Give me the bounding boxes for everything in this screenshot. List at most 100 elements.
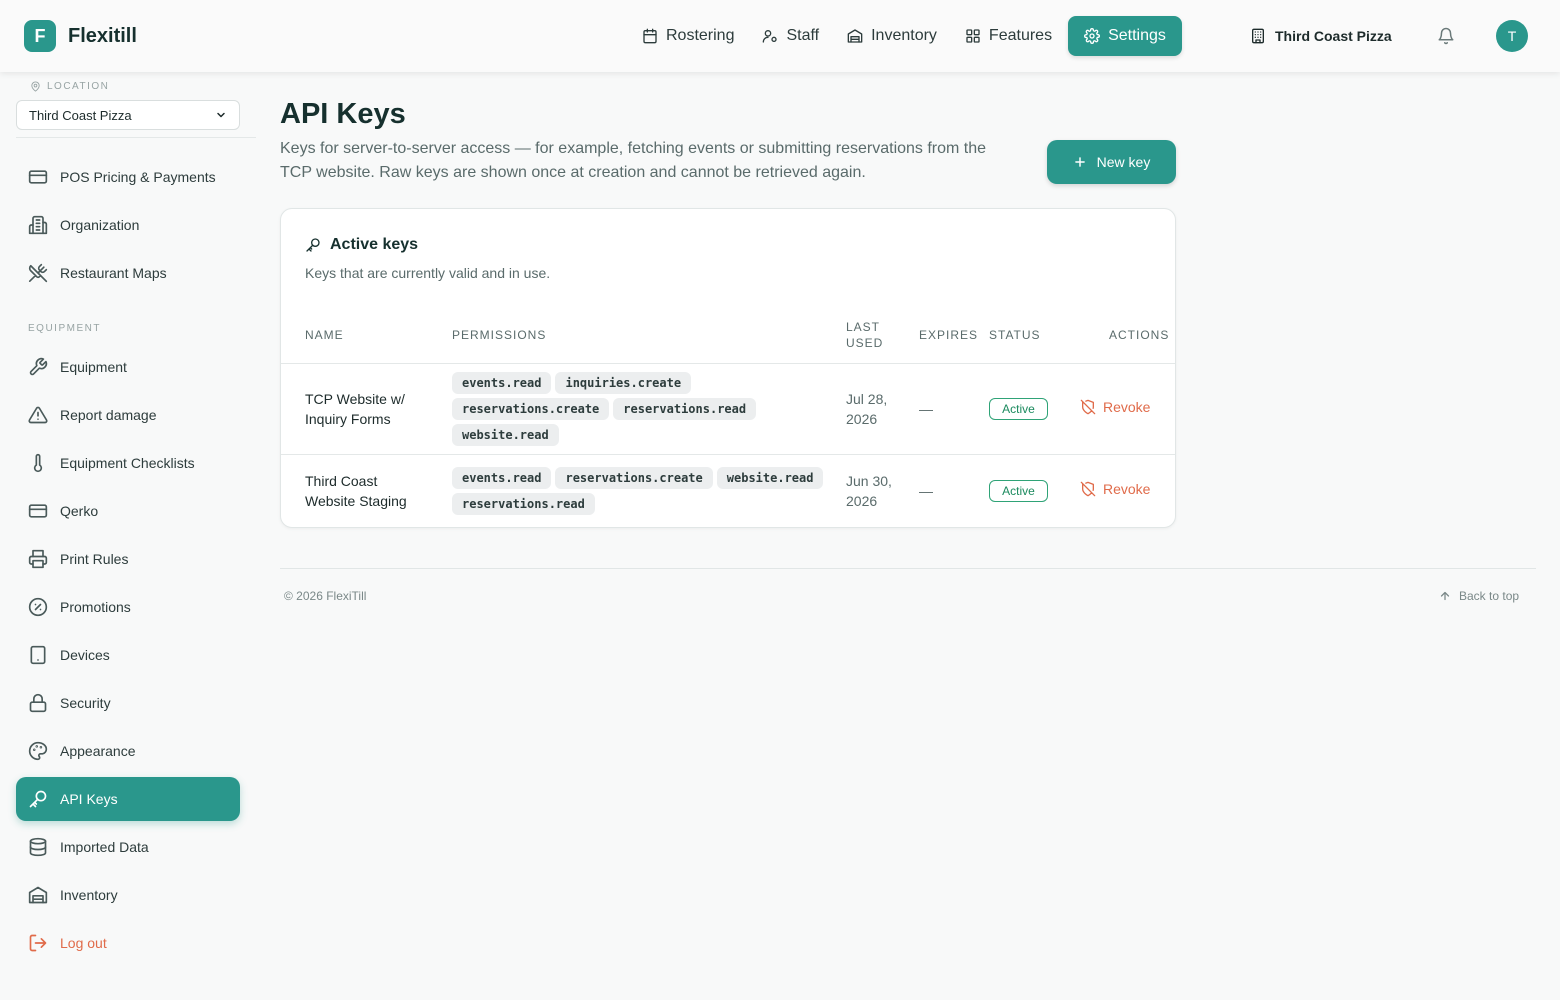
brand[interactable]: F Flexitill (24, 20, 137, 52)
location-switcher[interactable]: Third Coast Pizza (1250, 16, 1392, 56)
back-to-top-link[interactable]: Back to top (1439, 589, 1519, 603)
chevron-down-icon (215, 109, 227, 121)
sidebar-divider (16, 137, 256, 138)
permission-chip: website.read (452, 424, 559, 446)
palette-icon (28, 741, 60, 761)
permission-chip: events.read (452, 372, 552, 394)
permissions-list: events.read inquiries.create reservation… (452, 372, 842, 450)
utensils-crossed-icon (28, 263, 60, 283)
sidebar-item-organization[interactable]: Organization (16, 203, 240, 247)
revoke-button[interactable]: Revoke (1080, 399, 1150, 415)
col-header-name: NAME (305, 328, 344, 342)
revoke-button[interactable]: Revoke (1080, 481, 1150, 497)
table-divider (281, 363, 1175, 364)
location-name: Third Coast Pizza (1275, 28, 1392, 44)
lock-icon (28, 693, 60, 713)
wrench-icon (28, 357, 60, 377)
sidebar: LOCATION Third Coast Pizza POS Pricing &… (0, 72, 256, 1000)
page-title: API Keys (280, 98, 406, 130)
nav-label: Staff (786, 27, 820, 44)
building-icon (1250, 28, 1275, 44)
sidebar-item-label: Restaurant Maps (60, 265, 167, 281)
nav-settings[interactable]: Settings (1068, 16, 1182, 56)
map-pin-icon (30, 81, 47, 92)
sidebar-item-label: Organization (60, 217, 140, 233)
warehouse-icon (28, 885, 60, 905)
revoke-label: Revoke (1103, 481, 1151, 497)
app-name: Flexitill (68, 24, 137, 47)
shield-off-icon (1080, 399, 1103, 415)
arrow-up-icon (1439, 590, 1459, 602)
sidebar-item-print-rules[interactable]: Print Rules (16, 537, 240, 581)
permissions-list: events.read reservations.create website.… (452, 467, 842, 519)
nav-features[interactable]: Features (953, 16, 1064, 56)
avatar[interactable]: T (1496, 20, 1528, 52)
permission-chip: events.read (452, 467, 552, 489)
sidebar-item-pos-pricing[interactable]: POS Pricing & Payments (16, 155, 240, 199)
col-header-last-used: LAST USED (846, 320, 884, 350)
notifications-button[interactable] (1437, 27, 1455, 45)
permission-chip: inquiries.create (555, 372, 692, 394)
sidebar-item-appearance[interactable]: Appearance (16, 729, 240, 773)
app-logo: F (24, 20, 56, 52)
sidebar-item-label: Devices (60, 647, 110, 663)
sidebar-item-label: Log out (60, 935, 107, 951)
logout-icon (28, 933, 60, 953)
nav-rostering[interactable]: Rostering (630, 16, 746, 56)
location-select[interactable]: Third Coast Pizza (16, 100, 240, 130)
new-key-button[interactable]: New key (1047, 140, 1176, 184)
sidebar-item-equipment-checklists[interactable]: Equipment Checklists (16, 441, 240, 485)
new-key-label: New key (1096, 154, 1151, 170)
nav-label: Features (988, 27, 1053, 44)
page-description: Keys for server-to-server access — for e… (280, 140, 987, 181)
sidebar-item-devices[interactable]: Devices (16, 633, 240, 677)
grid-icon (965, 28, 989, 44)
sidebar-item-imported-data[interactable]: Imported Data (16, 825, 240, 869)
nav-staff[interactable]: Staff (750, 16, 831, 56)
col-header-expires: EXPIRES (919, 328, 979, 342)
shield-off-icon (1080, 481, 1103, 497)
expires: — (919, 401, 933, 417)
credit-card-icon (28, 501, 60, 521)
status-badge: Active (989, 480, 1048, 502)
sidebar-item-equipment[interactable]: Equipment (16, 345, 240, 389)
sidebar-item-restaurant-maps[interactable]: Restaurant Maps (16, 251, 240, 295)
warehouse-icon (847, 28, 871, 44)
sidebar-item-label: Promotions (60, 599, 131, 615)
card-subtitle: Keys that are currently valid and in use… (305, 265, 551, 281)
sidebar-item-inventory[interactable]: Inventory (16, 873, 240, 917)
permission-chip: reservations.read (613, 398, 757, 420)
sidebar-section-equipment: EQUIPMENT (28, 323, 101, 334)
sidebar-item-qerko[interactable]: Qerko (16, 489, 240, 533)
nav-label: Inventory (871, 27, 937, 44)
sidebar-item-label: Report damage (60, 407, 157, 423)
database-icon (28, 837, 60, 857)
gear-icon (1084, 28, 1108, 44)
key-icon (28, 789, 60, 809)
sidebar-item-logout[interactable]: Log out (16, 921, 240, 965)
sidebar-list: POS Pricing & Payments Organization Rest… (16, 155, 240, 969)
tablet-icon (28, 645, 60, 665)
table-divider (281, 454, 1175, 455)
status-badge: Active (989, 398, 1048, 420)
col-header-permissions: PERMISSIONS (452, 328, 547, 342)
active-keys-card: Active keys Keys that are currently vali… (280, 208, 1176, 528)
key-name: TCP Website w/ Inquiry Forms (305, 391, 405, 427)
sidebar-item-label: Imported Data (60, 839, 149, 855)
sidebar-item-label: Print Rules (60, 551, 129, 567)
permission-chip: reservations.read (452, 493, 595, 515)
sidebar-item-report-damage[interactable]: Report damage (16, 393, 240, 437)
sidebar-item-api-keys[interactable]: API Keys (16, 777, 240, 821)
credit-card-icon (28, 167, 60, 187)
user-icon (762, 28, 786, 44)
last-used: Jun 30, 2026 (846, 473, 892, 509)
sidebar-item-promotions[interactable]: Promotions (16, 585, 240, 629)
sidebar-item-security[interactable]: Security (16, 681, 240, 725)
sidebar-item-label: Equipment Checklists (60, 455, 195, 471)
col-header-status: STATUS (989, 328, 1041, 342)
sidebar-item-label: Security (60, 695, 111, 711)
top-bar: F Flexitill Rostering Staff Inventory Fe… (0, 0, 1560, 72)
calendar-icon (642, 28, 666, 44)
nav-inventory[interactable]: Inventory (835, 16, 949, 56)
printer-icon (28, 549, 60, 569)
